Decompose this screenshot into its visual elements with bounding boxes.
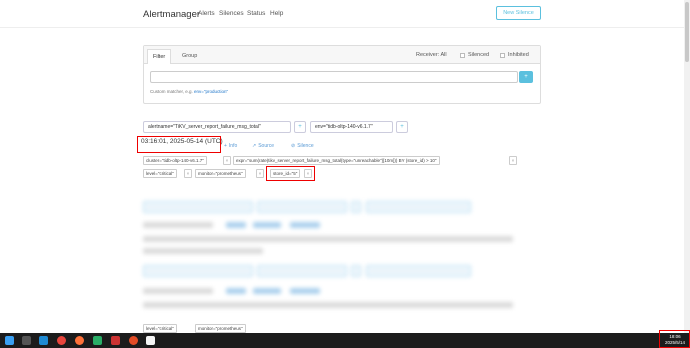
remove-store-id-button[interactable]: × xyxy=(304,169,312,178)
silence-label: Silence xyxy=(297,143,314,149)
info-button[interactable]: + Info xyxy=(224,143,237,149)
wechat-icon[interactable] xyxy=(93,336,102,345)
firefox-icon[interactable] xyxy=(75,336,84,345)
label-monitor[interactable]: monitor="prometheus" xyxy=(195,169,246,178)
clock-date: 2025/5/14 xyxy=(664,340,686,345)
filter-card: Filter Group Receiver: All Silenced Inhi… xyxy=(143,45,541,104)
task-view-icon[interactable] xyxy=(22,336,31,345)
clock[interactable]: 18:06 2025/5/14 xyxy=(661,334,689,346)
remove-level-button[interactable]: × xyxy=(184,169,192,178)
silenced-toggle[interactable]: Silenced xyxy=(460,52,489,58)
brand-logo[interactable]: Alertmanager xyxy=(143,9,200,20)
remove-cluster-button[interactable]: × xyxy=(223,156,231,165)
inhibited-label: Inhibited xyxy=(508,52,529,58)
label-cluster[interactable]: cluster="tidb-oltp-140-v6.1.7" xyxy=(143,156,207,165)
chrome-icon[interactable] xyxy=(57,336,66,345)
scrollbar-thumb[interactable] xyxy=(685,2,689,62)
group-add-button[interactable]: + xyxy=(294,121,306,133)
git-icon[interactable] xyxy=(129,336,138,345)
tab-filter[interactable]: Filter xyxy=(147,49,172,64)
label-level-partial[interactable]: level="critical" xyxy=(143,324,177,333)
matcher-hint: Custom matcher, e.g. env="production" xyxy=(150,89,228,94)
chart-icon: ↗ xyxy=(252,143,257,149)
receiver-selector[interactable]: Receiver: All xyxy=(416,52,447,58)
page-scrollbar[interactable] xyxy=(684,0,690,333)
silence-button[interactable]: ⊘ Silence xyxy=(291,143,314,149)
nav-silences[interactable]: Silences xyxy=(219,10,244,17)
hint-example[interactable]: env="production" xyxy=(194,89,228,94)
mute-icon: ⊘ xyxy=(291,143,296,149)
vscode-icon[interactable] xyxy=(39,336,48,345)
source-button[interactable]: ↗ Source xyxy=(252,143,274,149)
add-matcher-button[interactable]: + xyxy=(519,71,533,83)
group-label-alertname[interactable]: alertname="TiKV_server_report_failure_ms… xyxy=(143,121,291,133)
nav-help[interactable]: Help xyxy=(270,10,283,17)
blurred-alert-group-1 xyxy=(140,198,540,258)
blurred-alert-group-2 xyxy=(140,262,540,318)
new-silence-button[interactable]: New Silence xyxy=(496,6,541,20)
plus-icon: + xyxy=(224,143,227,149)
label-store-id[interactable]: store_id="5" xyxy=(270,169,301,178)
silenced-label: Silenced xyxy=(468,52,490,58)
source-label: Source xyxy=(258,143,275,149)
group-env-add-button[interactable]: + xyxy=(396,121,408,133)
matcher-input[interactable] xyxy=(150,71,518,83)
inhibited-toggle[interactable]: Inhibited xyxy=(500,52,529,58)
windows-start-icon[interactable] xyxy=(5,336,14,345)
inhibited-checkbox[interactable] xyxy=(500,52,505,58)
navbar: Alertmanager Alerts Silences Status Help… xyxy=(0,0,684,28)
remove-monitor-button[interactable]: × xyxy=(256,169,264,178)
tab-group[interactable]: Group xyxy=(177,49,202,64)
label-monitor-partial[interactable]: monitor="prometheus" xyxy=(195,324,246,333)
terminal-icon[interactable] xyxy=(146,336,155,345)
app-icon[interactable] xyxy=(111,336,120,345)
hint-text: Custom matcher, e.g. xyxy=(150,89,193,94)
taskbar: 18:06 2025/5/14 xyxy=(0,330,690,348)
nav-alerts[interactable]: Alerts xyxy=(198,10,215,17)
filter-tabs: Filter Group Receiver: All Silenced Inhi… xyxy=(144,46,540,64)
group-label-env[interactable]: env="tidb-oltp-140-v6.1.7" xyxy=(310,121,393,133)
info-label: Info xyxy=(228,143,238,149)
alert-timestamp: 03:16:01, 2025-05-14 (UTC) xyxy=(141,138,223,145)
remove-expr-button[interactable]: × xyxy=(509,156,517,165)
label-level[interactable]: level="critical" xyxy=(143,169,177,178)
label-expr[interactable]: expr="sum(rate(tikv_server_report_failur… xyxy=(233,156,440,165)
silenced-checkbox[interactable] xyxy=(460,52,465,58)
nav-status[interactable]: Status xyxy=(247,10,265,17)
